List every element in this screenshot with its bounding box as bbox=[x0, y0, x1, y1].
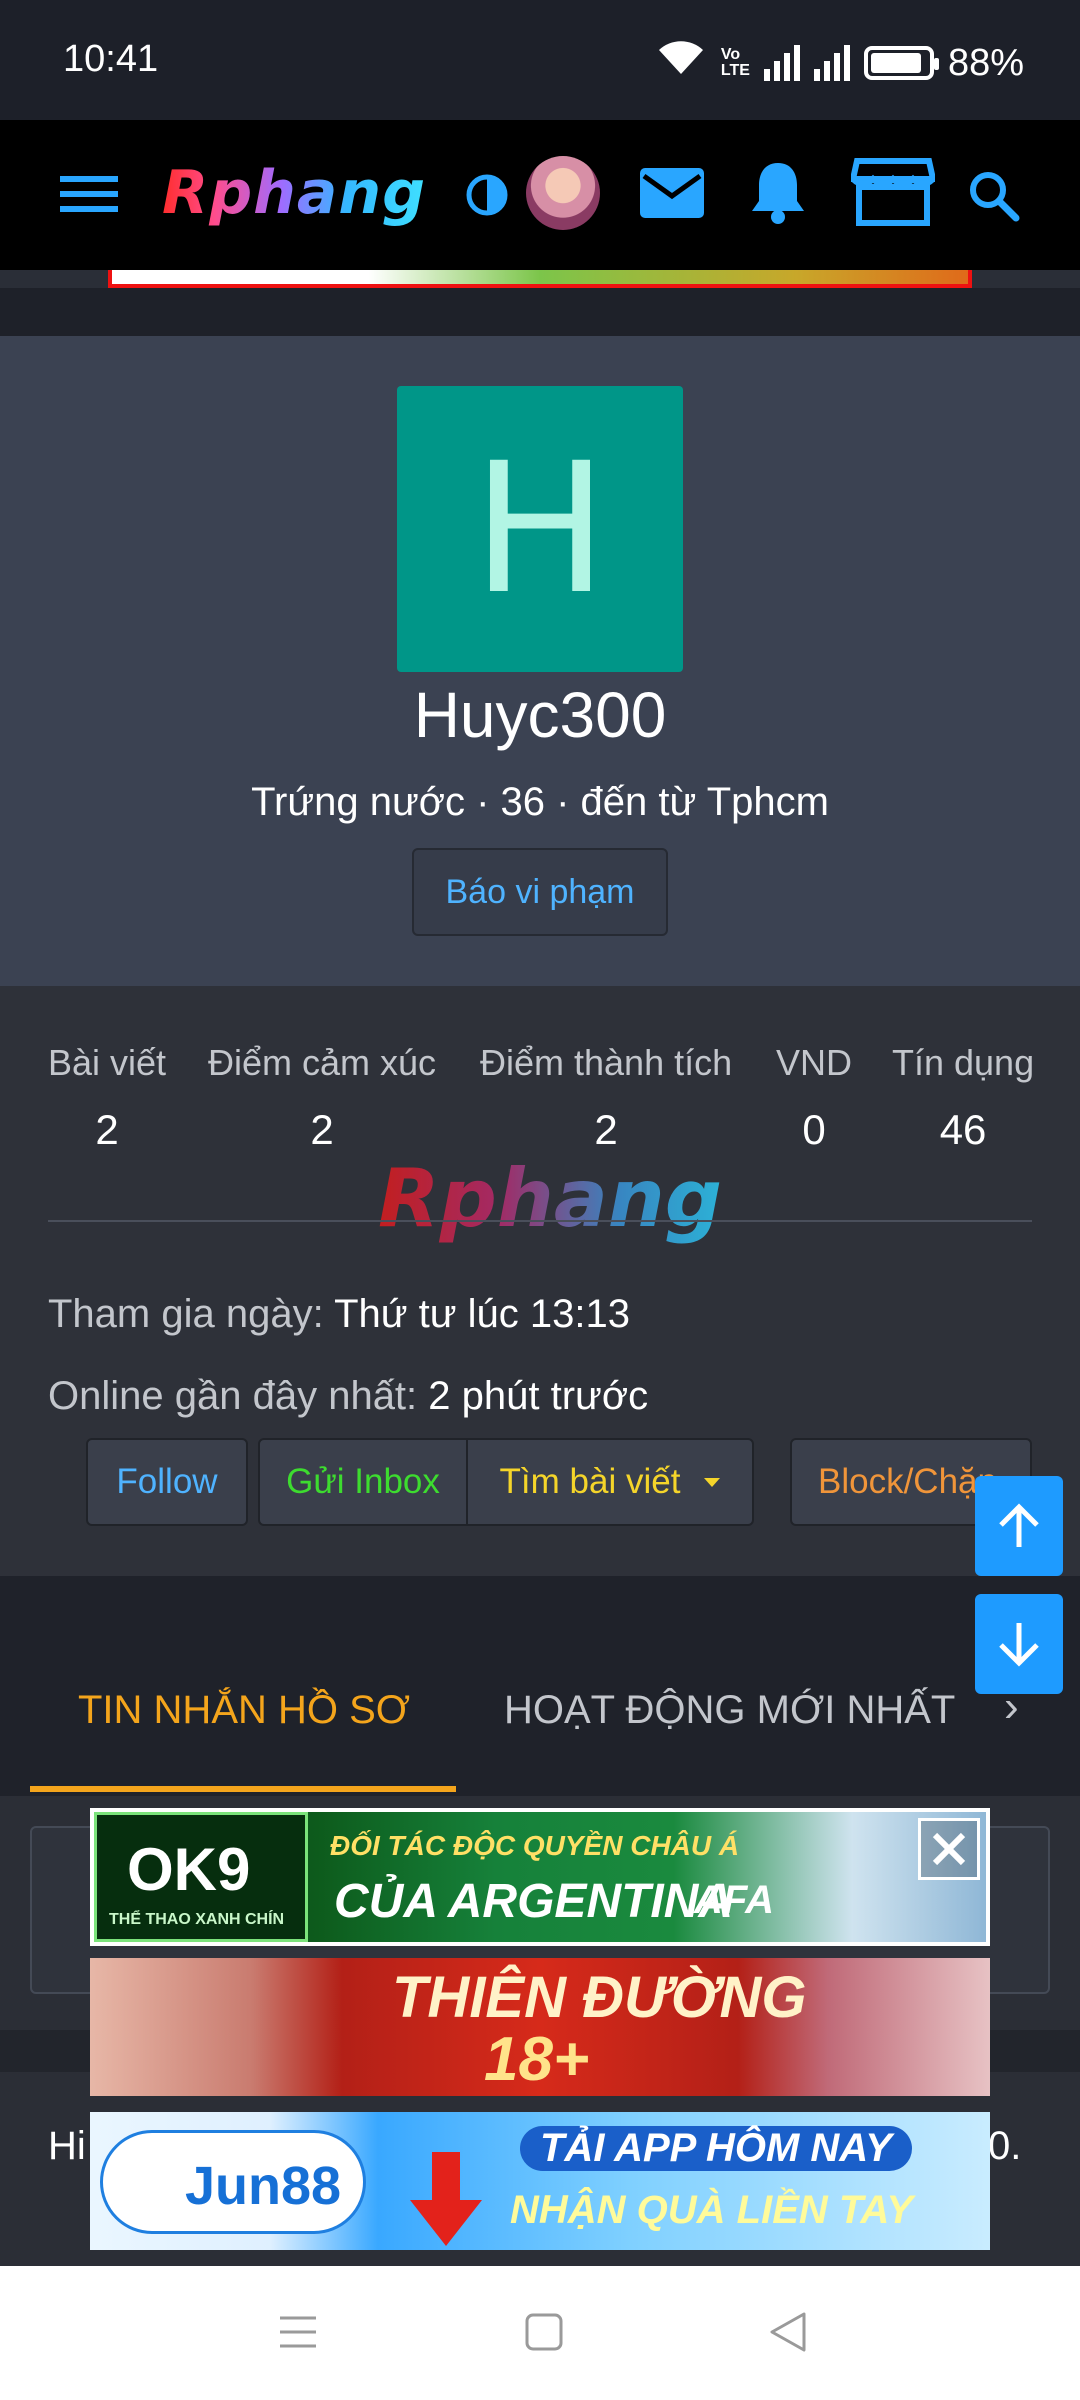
header-spacer bbox=[0, 288, 1080, 336]
stat-reactions[interactable]: Điểm cảm xúc 2 bbox=[208, 1042, 436, 1154]
user-avatar[interactable] bbox=[526, 156, 600, 230]
ad-brand-pill: Jun88 bbox=[100, 2130, 366, 2234]
profile-stats-section: Bài viết 2 Điểm cảm xúc 2 Điểm thành tíc… bbox=[0, 986, 1080, 1576]
arrow-up-icon bbox=[999, 1503, 1039, 1547]
volte-icon: Vo LTE bbox=[720, 46, 750, 79]
menu-icon[interactable] bbox=[54, 164, 124, 224]
stat-label: Tín dụng bbox=[892, 1042, 1035, 1083]
joined-date: Tham gia ngày: Thứ tư lúc 13:13 bbox=[48, 1292, 631, 1336]
recent-apps-icon[interactable] bbox=[278, 2312, 318, 2352]
profile-subline: Trứng nước · 36 · đến từ Tphcm bbox=[251, 780, 829, 824]
follow-button[interactable]: Follow bbox=[86, 1438, 248, 1526]
last-seen: Online gần đây nhất: 2 phút trước bbox=[48, 1374, 649, 1418]
profile-avatar[interactable]: H bbox=[397, 386, 683, 672]
ad-brand: Jun88 bbox=[185, 2156, 342, 2216]
profile-card: H Huyc300 Trứng nước · 36 · đến từ Tphcm… bbox=[0, 336, 1080, 986]
stat-value: 2 bbox=[594, 1106, 618, 1153]
ad-line1: ĐỐI TÁC ĐỘC QUYỀN CHÂU Á bbox=[330, 1830, 740, 1861]
ad-line2: 18+ bbox=[484, 2025, 590, 2094]
profile-username: Huyc300 bbox=[413, 679, 667, 751]
stat-posts[interactable]: Bài viết 2 bbox=[48, 1042, 166, 1154]
signal-icon-2 bbox=[813, 45, 850, 81]
ad-banner-18[interactable]: THIÊN ĐƯỜNG 18+ bbox=[90, 1958, 990, 2096]
ad-line2: CỦA ARGENTINA bbox=[334, 1875, 734, 1928]
ad-line2: NHẬN QUÀ LIỀN TAY bbox=[510, 2188, 913, 2232]
status-time: 10:41 bbox=[63, 38, 159, 80]
logo-watermark: Rphang bbox=[378, 1152, 723, 1245]
stat-value: 0 bbox=[802, 1106, 826, 1153]
ad-banner-jun88[interactable]: Jun88 TẢI APP HÔM NAY NHẬN QUÀ LIỀN TAY bbox=[90, 2112, 990, 2250]
tab-profile-messages[interactable]: TIN NHẮN HỒ SƠ bbox=[78, 1688, 410, 1733]
ad-brand: OK9 bbox=[127, 1836, 251, 1903]
stat-label: VND bbox=[776, 1042, 853, 1083]
stat-trophies[interactable]: Điểm thành tích 2 bbox=[480, 1042, 732, 1154]
scroll-bottom-button[interactable] bbox=[975, 1594, 1063, 1694]
scroll-top-button[interactable] bbox=[975, 1476, 1063, 1576]
status-bar: 10:41 Vo LTE 88% bbox=[0, 0, 1080, 120]
ad-brand-sub: THỂ THAO XANH CHÍN bbox=[109, 1911, 285, 1928]
active-tab-indicator bbox=[30, 1786, 456, 1792]
system-navigation-bar bbox=[0, 2266, 1080, 2400]
stat-credits: Tín dụng 46 bbox=[892, 1042, 1034, 1154]
divider bbox=[48, 1220, 1032, 1222]
mail-icon[interactable] bbox=[636, 160, 708, 226]
profile-tabs: TIN NHẮN HỒ SƠ HOẠT ĐỘNG MỚI NHẤT › bbox=[0, 1576, 1080, 1796]
ad-badge: AFA bbox=[694, 1878, 774, 1922]
top-banner-ad[interactable] bbox=[108, 270, 972, 288]
ad-brand-box: OK9 THỂ THAO XANH CHÍN bbox=[94, 1812, 308, 1942]
battery-percent: 88% bbox=[947, 41, 1024, 84]
battery-icon bbox=[863, 46, 939, 80]
stat-value: 46 bbox=[939, 1106, 987, 1153]
search-icon[interactable] bbox=[964, 166, 1022, 224]
stat-value: 2 bbox=[95, 1106, 119, 1153]
home-icon[interactable] bbox=[524, 2312, 564, 2352]
stat-value: 2 bbox=[310, 1106, 334, 1153]
ad-line1: THIÊN ĐƯỜNG bbox=[392, 1965, 807, 2030]
ad-line1: TẢI APP HÔM NAY bbox=[520, 2126, 912, 2171]
stat-label: Bài viết bbox=[48, 1042, 167, 1083]
arrow-down-icon bbox=[999, 1623, 1039, 1667]
wifi-icon bbox=[655, 38, 707, 88]
send-inbox-button[interactable]: Gửi Inbox bbox=[258, 1438, 468, 1526]
signal-icon bbox=[763, 45, 800, 81]
download-arrow-icon bbox=[410, 2152, 482, 2246]
back-icon[interactable] bbox=[768, 2310, 808, 2354]
tab-latest-activity[interactable]: HOẠT ĐỘNG MỚI NHẤT bbox=[504, 1688, 955, 1733]
notification-bell-icon[interactable] bbox=[746, 156, 810, 228]
ad-banner-ok9[interactable]: OK9 THỂ THAO XANH CHÍN ĐỐI TÁC ĐỘC QUYỀN… bbox=[90, 1808, 990, 1946]
message-text-end: 0. bbox=[988, 2124, 1022, 2168]
close-icon[interactable] bbox=[918, 1818, 980, 1880]
chevron-down-icon bbox=[704, 1477, 721, 1487]
app-header: Rphang bbox=[0, 120, 1080, 270]
theme-toggle-icon[interactable] bbox=[462, 170, 512, 220]
stat-label: Điểm cảm xúc bbox=[208, 1042, 437, 1083]
store-icon[interactable] bbox=[850, 156, 936, 228]
report-button[interactable]: Báo vi phạm bbox=[412, 848, 668, 936]
stat-vnd: VND 0 bbox=[776, 1042, 852, 1154]
site-logo[interactable]: Rphang bbox=[162, 158, 426, 228]
message-text: Hi bbox=[48, 2124, 86, 2168]
find-posts-button[interactable]: Tìm bài viết bbox=[466, 1438, 754, 1526]
stat-label: Điểm thành tích bbox=[480, 1042, 733, 1083]
